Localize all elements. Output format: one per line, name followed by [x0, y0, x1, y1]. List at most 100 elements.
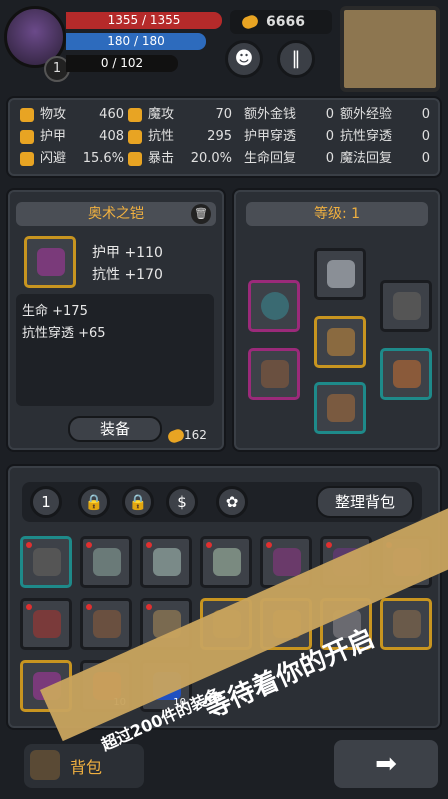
- sort-bag-button[interactable]: 整理背包: [316, 486, 414, 518]
- bag-page-button[interactable]: 1: [30, 486, 62, 518]
- stat-icon: [128, 107, 142, 122]
- stat-icon: [128, 151, 142, 166]
- stat-9: 暴击 20.0%: [128, 148, 232, 170]
- stat-label: 抗性: [148, 129, 175, 144]
- new-item-dot: [326, 542, 332, 548]
- bag-page-locked-3[interactable]: 🔒: [122, 486, 154, 518]
- lock-icon: 🔒: [84, 493, 104, 511]
- equip-slot-boots[interactable]: [314, 382, 366, 434]
- new-item-dot: [266, 542, 272, 548]
- coin-icon: [240, 13, 260, 31]
- stat-value: 0: [325, 107, 334, 122]
- stat-10: 生命回复 0: [244, 148, 334, 170]
- gold-counter: 6666: [230, 10, 332, 34]
- stat-value: 0: [325, 129, 334, 144]
- new-item-dot: [146, 604, 152, 610]
- stat-7: 抗性穿透 0: [340, 126, 430, 148]
- next-arrow-button[interactable]: ➡: [334, 740, 438, 788]
- stat-value: 295: [207, 129, 232, 144]
- item-name: 奥术之铠: [16, 202, 216, 226]
- stat-label: 魔攻: [148, 107, 175, 122]
- bag-item-slot[interactable]: [380, 598, 432, 650]
- stat-label: 物攻: [40, 107, 67, 122]
- item-icon: [273, 548, 301, 576]
- xp-bar: 0 / 102: [66, 55, 178, 72]
- bag-item-slot[interactable]: [20, 536, 72, 588]
- trash-icon[interactable]: 🗑: [191, 204, 211, 224]
- stat-label: 护甲: [40, 129, 67, 144]
- item-bonus-box: 生命 +175 抗性穿透 +65: [16, 294, 214, 406]
- equip-slot-armor[interactable]: [314, 316, 366, 368]
- stat-value: 0: [421, 151, 430, 166]
- equip-button[interactable]: 装备: [68, 416, 162, 442]
- stat-value: 15.6%: [82, 151, 124, 166]
- stat-label: 闪避: [40, 151, 67, 166]
- bag-item-slot[interactable]: [140, 536, 192, 588]
- item-price: 162: [184, 428, 207, 442]
- stat-label: 魔法回复: [340, 151, 393, 166]
- stat-value: 0: [325, 151, 334, 166]
- stat-5: 抗性 295: [128, 126, 232, 148]
- stat-4: 护甲 408: [20, 126, 124, 148]
- bag-page-locked-2[interactable]: 🔒: [78, 486, 110, 518]
- mp-bar: 180 / 180: [66, 33, 206, 50]
- item-icon: [213, 548, 241, 576]
- bag-tab[interactable]: 背包: [24, 744, 144, 788]
- lock-icon: 🔒: [128, 493, 148, 511]
- stat-label: 抗性穿透: [340, 129, 393, 144]
- stat-11: 魔法回复 0: [340, 148, 430, 170]
- item-icon: [93, 610, 121, 638]
- stat-6: 护甲穿透 0: [244, 126, 334, 148]
- bag-tab-label: 背包: [70, 758, 103, 777]
- bag-item-slot[interactable]: [80, 598, 132, 650]
- equip-slot-ring[interactable]: [248, 280, 300, 332]
- stat-icon: [20, 129, 34, 144]
- new-item-dot: [206, 542, 212, 548]
- stat-label: 生命回复: [244, 151, 297, 166]
- item-icon: [153, 548, 181, 576]
- equip-slot-gloves[interactable]: [380, 348, 432, 400]
- shop-button[interactable]: $: [166, 486, 198, 518]
- stat-label: 额外经验: [340, 107, 393, 122]
- stat-value: 460: [99, 107, 124, 122]
- stat-2: 额外金钱 0: [244, 104, 334, 126]
- equipment-level: 等级: 1: [246, 202, 428, 226]
- stat-1: 魔攻 70: [128, 104, 232, 126]
- item-icon: [33, 610, 61, 638]
- stats-panel: 物攻 460 魔攻 70 额外金钱 0 额外经验 0 护甲 408 抗性 295 护甲穿透 0 抗性穿透 0 闪…: [6, 96, 442, 178]
- item-stat-resist: 抗性 +170: [92, 267, 163, 283]
- equip-slot-weapon[interactable]: [248, 348, 300, 400]
- item-icon: [33, 548, 61, 576]
- equip-slot-helmet[interactable]: [314, 248, 366, 300]
- equip-slot-amulet[interactable]: [380, 280, 432, 332]
- gold-amount: 6666: [266, 14, 305, 30]
- stat-label: 护甲穿透: [244, 129, 297, 144]
- item-icon: [93, 548, 121, 576]
- arrow-right-icon: ➡: [375, 749, 397, 779]
- bag-item-slot[interactable]: [200, 536, 252, 588]
- bag-item-slot[interactable]: [80, 536, 132, 588]
- new-item-dot: [86, 604, 92, 610]
- stat-icon: [20, 107, 34, 122]
- stat-value: 20.0%: [190, 151, 232, 166]
- new-item-dot: [146, 542, 152, 548]
- pet-face-icon: ☻: [234, 48, 254, 69]
- pause-icon: ‖: [291, 48, 301, 69]
- stat-icon: [20, 151, 34, 166]
- backpack-icon: [30, 750, 60, 780]
- pet-button[interactable]: ☻: [225, 40, 263, 78]
- item-stat-armor: 护甲 +110: [92, 245, 163, 261]
- item-bonus-hp: 生命 +175: [22, 304, 88, 319]
- pet-paw-button[interactable]: ✿: [216, 486, 248, 518]
- stat-value: 0: [421, 129, 430, 144]
- stat-8: 闪避 15.6%: [20, 148, 124, 170]
- minimap[interactable]: [340, 6, 440, 92]
- equipment-panel: 等级: 1: [232, 188, 442, 452]
- pause-button[interactable]: ‖: [277, 40, 315, 78]
- bag-item-slot[interactable]: [20, 598, 72, 650]
- stat-value: 70: [215, 107, 232, 122]
- item-bonus-pen: 抗性穿透 +65: [22, 326, 106, 341]
- new-item-dot: [26, 542, 32, 548]
- new-item-dot: [86, 542, 92, 548]
- stat-0: 物攻 460: [20, 104, 124, 126]
